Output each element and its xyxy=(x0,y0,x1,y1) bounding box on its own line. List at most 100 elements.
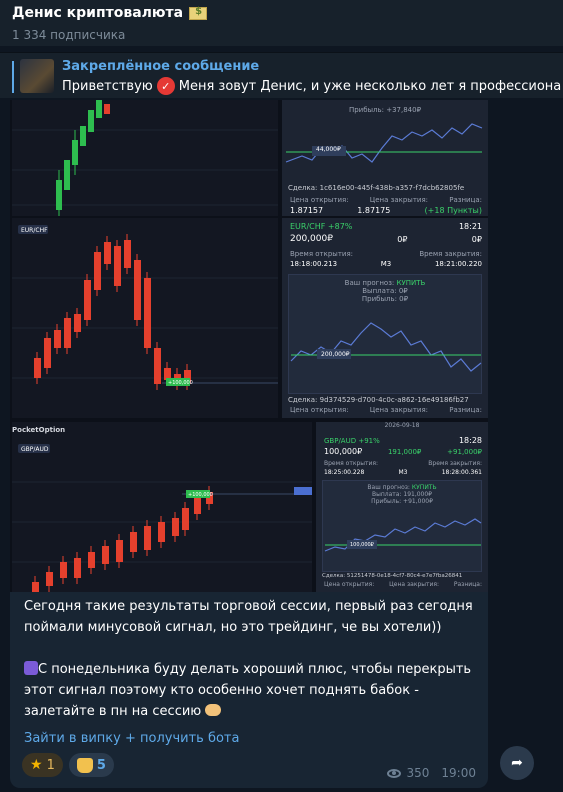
candle xyxy=(158,522,165,542)
candle xyxy=(116,540,123,562)
chart-tag: +100,000 xyxy=(188,492,213,498)
pinned-title: Закреплённое сообщение xyxy=(62,59,260,74)
price-labels: Цена открытия: Цена закрытия: Разница: xyxy=(290,406,482,414)
candle xyxy=(102,546,109,564)
candle xyxy=(144,278,151,348)
candle xyxy=(46,572,53,586)
trade-result-2[interactable]: EUR/CHF +87% 18:21 200,000₽ 0₽ 0₽ Время … xyxy=(282,218,488,418)
channel-header[interactable]: Денис криптовалюта 1 334 подписчика xyxy=(0,0,563,46)
reaction-count: 1 xyxy=(46,757,55,773)
vip-link[interactable]: Зайти в випку + получить бота xyxy=(24,731,239,746)
candle xyxy=(88,552,95,568)
candle xyxy=(104,242,111,264)
channel-title[interactable]: Денис криптовалюта xyxy=(12,4,551,22)
star-icon: ★ xyxy=(30,757,43,773)
time-labels: Время открытия: Время закрытия: xyxy=(324,460,482,467)
channel-name: Денис криптовалюта xyxy=(12,5,184,21)
candle xyxy=(64,160,70,190)
thumbs-up-icon xyxy=(76,757,93,773)
candle xyxy=(88,110,94,132)
pair-label: GBP/AUD +91% xyxy=(324,436,380,445)
payout-line: Выплата: 0₽ xyxy=(362,287,408,295)
pinned-message[interactable]: Закреплённое сообщение Приветствую ✓ Мен… xyxy=(0,52,563,98)
candle xyxy=(154,348,161,384)
trade-result-1[interactable]: Прибыль: +37,840₽ 44,000₽ Сделка: 1c616e… xyxy=(282,100,488,216)
pair-label: EUR/CHF +87% xyxy=(290,222,353,231)
forecast-value: КУПИТЬ xyxy=(396,279,426,287)
close-label: Цена закрытия: xyxy=(369,406,429,414)
message-text: Сегодня такие результаты торговой сессии… xyxy=(24,596,479,743)
deal-id: Сделка: 51251478-0e18-4cf7-80c4-e7e7fba2… xyxy=(322,573,463,579)
candle xyxy=(182,508,189,530)
candle xyxy=(114,246,121,286)
price-labels: Цена открытия: Цена закрытия: Разница: xyxy=(290,196,482,204)
candle xyxy=(172,518,179,536)
candlestick-chart-2: EUR/CHF +100,000 xyxy=(12,225,278,390)
target-label: 44,000₽ xyxy=(316,146,341,153)
share-button[interactable]: ➦ xyxy=(500,746,534,780)
message-paragraph-1: Сегодня такие результаты торговой сессии… xyxy=(24,599,473,635)
forecast-box: Ваш прогноз: КУПИТЬ Выплата: 191,000₽ Пр… xyxy=(322,480,482,572)
time-labels: Время открытия: Время закрытия: xyxy=(290,250,482,258)
open-time-label: Время открытия: xyxy=(290,250,354,258)
payout-zero: 0₽ xyxy=(397,234,408,244)
trade-result-3[interactable]: 2026-09-18 GBP/AUD +91% 18:28 100,000₽ 1… xyxy=(316,422,488,592)
chart-screenshot-3[interactable]: PocketOption GBP/AUD +100,000 xyxy=(12,422,312,592)
close-value: 1.87175 xyxy=(357,206,391,215)
chart-screenshot-2[interactable]: EUR/CHF +100,000 xyxy=(12,218,278,418)
target-label: 200,000₽ xyxy=(321,351,350,358)
pinned-bar xyxy=(12,61,14,93)
open-label: Цена открытия: xyxy=(324,581,375,588)
pinned-text: Приветствую ✓ Меня зовут Денис, и уже не… xyxy=(62,77,561,95)
chart-screenshot-1[interactable] xyxy=(12,100,278,216)
candlestick-chart-3: PocketOption GBP/AUD +100,000 xyxy=(12,426,312,592)
pair-row: EUR/CHF +87% 18:21 xyxy=(290,222,482,231)
trade-date: 2026-09-18 xyxy=(384,422,420,429)
close-label: Цена закрытия: xyxy=(369,196,429,204)
verified-check-icon: ✓ xyxy=(156,77,175,95)
payout-amount: 191,000₽ xyxy=(387,447,422,456)
candle xyxy=(84,280,91,320)
reaction-star[interactable]: ★ 1 xyxy=(22,753,63,777)
forecast-value: КУПИТЬ xyxy=(411,484,437,491)
candle xyxy=(130,532,137,552)
payout-line: Выплата: 191,000₽ xyxy=(371,491,433,498)
candle xyxy=(64,318,71,348)
flexed-biceps-icon xyxy=(24,661,38,675)
amount-row: 200,000₽ 0₽ 0₽ xyxy=(290,234,482,244)
open-label: Цена открытия: xyxy=(290,406,349,414)
profit-line: Прибыль: 0₽ xyxy=(361,295,409,303)
candle xyxy=(34,358,41,378)
message-paragraph-2: С понедельника буду делать хороший плюс,… xyxy=(24,662,472,719)
forecast-line: Ваш прогноз: КУПИТЬ xyxy=(289,279,481,287)
eye-icon xyxy=(386,768,401,778)
forecast-box: Ваш прогноз: КУПИТЬ Выплата: 0₽ Прибыль:… xyxy=(288,274,482,394)
reaction-thumbs-up[interactable]: 5 xyxy=(68,753,114,777)
candle xyxy=(94,252,101,290)
candle xyxy=(104,104,110,114)
trade-line-chart-3 xyxy=(324,518,482,552)
profit-zero: 0₽ xyxy=(471,234,482,244)
open-time: 18:25:00.228 xyxy=(324,469,365,476)
channel-message: Прибыль: +37,840₽ 44,000₽ Сделка: 1c616e… xyxy=(10,100,488,788)
close-label: Цена закрытия: xyxy=(389,581,440,588)
forecast-line: Ваш прогноз: КУПИТЬ xyxy=(323,484,481,491)
trade-amount: 200,000₽ xyxy=(290,234,333,244)
timeframe: M3 xyxy=(380,260,392,268)
broker-brand: PocketOption xyxy=(12,426,65,434)
open-time-label: Время открытия: xyxy=(324,460,379,467)
candle xyxy=(44,338,51,368)
diff-label: Разница: xyxy=(449,406,482,414)
view-count: 350 xyxy=(406,766,430,780)
price-labels: Цена открытия: Цена закрытия: Разница: xyxy=(324,581,482,588)
candle xyxy=(96,100,102,118)
pair-row: GBP/AUD +91% 18:28 xyxy=(324,436,482,445)
message-paragraph-2-wrap: С понедельника буду делать хороший плюс,… xyxy=(24,659,479,722)
diff-label: Разница: xyxy=(449,196,482,204)
trade-line-chart-1 xyxy=(285,123,483,163)
profit-amount: +91,000₽ xyxy=(447,447,482,456)
forecast-label: Ваш прогноз: xyxy=(344,279,395,287)
chart-tag: +100,000 xyxy=(168,380,193,386)
time-values: 18:18:00.213 M3 18:21:00.220 xyxy=(290,260,482,268)
photo-album[interactable]: Прибыль: +37,840₽ 44,000₽ Сделка: 1c616e… xyxy=(10,100,488,592)
